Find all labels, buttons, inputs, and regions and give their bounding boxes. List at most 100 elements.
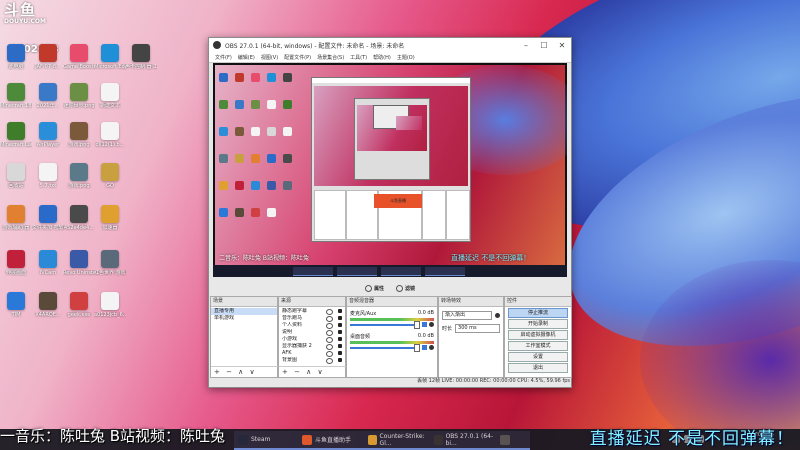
source-item[interactable]: 显示器捕获 2: [279, 343, 345, 350]
menu-help[interactable]: 帮助(H): [373, 54, 391, 61]
source-item[interactable]: 背景图: [279, 357, 345, 364]
stop-streaming-button[interactable]: 停止推流: [508, 308, 568, 318]
gear-icon[interactable]: [429, 345, 434, 350]
controls-header: 控件: [505, 297, 571, 307]
desktop-icon[interactable]: 伸展画面: [0, 250, 32, 284]
lock-icon[interactable]: [338, 316, 342, 320]
menu-file[interactable]: 文件(F): [215, 54, 232, 61]
scene-item[interactable]: 直播专用: [211, 308, 277, 315]
lock-icon[interactable]: [338, 337, 342, 341]
studio-mode-button[interactable]: 工作室模式: [508, 341, 568, 351]
slider-knob[interactable]: [414, 343, 420, 352]
lock-icon[interactable]: [338, 330, 342, 334]
desktop-icon[interactable]: 声卡控制 器 工具(1): [125, 44, 157, 78]
desktop-icon[interactable]: Game Booster: [63, 44, 95, 78]
lock-icon[interactable]: [338, 309, 342, 313]
desktop-icon[interactable]: JAF-07-8...: [32, 44, 64, 78]
desktop-icon[interactable]: dll12(1).b...: [94, 122, 126, 156]
desktop-icon[interactable]: 新建文本: [94, 83, 126, 117]
taskbar-item[interactable]: 斗鱼直播助手: [298, 431, 366, 450]
desktop-icon[interactable]: iVCam: [32, 250, 64, 284]
source-item[interactable]: 说明: [279, 329, 345, 336]
taskbar-item[interactable]: Steam: [234, 431, 300, 450]
minimize-icon[interactable]: –: [517, 41, 535, 50]
filter-icon: [396, 284, 403, 292]
speaker-icon[interactable]: [422, 322, 427, 327]
desktop-icon[interactable]: X4ARQE...: [32, 292, 64, 326]
desktop-icon[interactable]: GO: [94, 163, 126, 197]
source-item[interactable]: 静态跑字幕: [279, 308, 345, 315]
menu-edit[interactable]: 编辑(E): [238, 54, 255, 61]
menu-theme[interactable]: 主题(O): [397, 54, 415, 61]
desktop-icon-label: geek.exe: [67, 312, 91, 318]
desktop-icon[interactable]: AirPlayer: [32, 122, 64, 156]
volume-slider[interactable]: [350, 320, 420, 329]
taskbar-item[interactable]: Counter-Strike: Gl...: [364, 431, 434, 450]
obs-window[interactable]: OBS 27.0.1 (64-bit, windows) - 配置文件: 未命名…: [208, 37, 572, 388]
menu-profile[interactable]: 配置文件(P): [284, 54, 311, 61]
desktop-icon[interactable]: 游戏.png: [63, 122, 95, 156]
sources-footer[interactable]: + − ∧ ∨: [279, 366, 348, 377]
duration-input[interactable]: 300 ms: [455, 324, 500, 333]
scenes-footer[interactable]: + − ∧ ∨: [211, 366, 280, 377]
gear-icon[interactable]: [495, 313, 500, 318]
douyu-logo: 斗鱼 DOUYU.COM: [4, 2, 58, 32]
lock-icon[interactable]: [338, 358, 342, 362]
lock-icon[interactable]: [338, 344, 342, 348]
source-item[interactable]: AFK: [279, 350, 345, 357]
desktop-icon[interactable]: 回收站: [0, 163, 32, 197]
scene-item[interactable]: 单机游戏: [211, 315, 277, 322]
desktop-icon[interactable]: 2021年...: [32, 83, 64, 117]
desktop-icon[interactable]: 红色世界 游戏加速器: [94, 250, 126, 284]
menu-scene-collection[interactable]: 场景集合(S): [317, 54, 344, 61]
speaker-icon[interactable]: [422, 345, 427, 350]
menu-view[interactable]: 视图(V): [261, 54, 278, 61]
app-icon: [7, 122, 25, 140]
slider-knob[interactable]: [414, 320, 420, 329]
desktop-icon[interactable]: Minecraft Launcher: [0, 122, 32, 156]
desktop-icon[interactable]: 452e4de4...: [63, 205, 95, 239]
desktop-icon[interactable]: TIM: [0, 292, 32, 326]
desktop-icon[interactable]: Microsoft Edge: [94, 44, 126, 78]
desktop-icon[interactable]: 5.7.txt: [32, 163, 64, 197]
source-item[interactable]: 音乐跑马: [279, 315, 345, 322]
sources-header: 来源: [279, 297, 345, 307]
obs-preview[interactable]: 斗鱼直播 二音乐：陈吐兔 B站视频：陈吐兔 直播延迟 不是不回弹幕！: [213, 63, 567, 277]
app-icon: [70, 163, 88, 181]
desktop-icon[interactable]: 迷你世界.png: [63, 83, 95, 117]
app-icon: [70, 205, 88, 223]
desktop-icon[interactable]: 文件夹加 密软件.exe: [32, 205, 64, 239]
desktop-icon[interactable]: 游戏.png: [63, 163, 95, 197]
desktop-icon[interactable]: 游戏辅助 器: [0, 205, 32, 239]
transition-select[interactable]: 渐入渐出: [442, 311, 492, 320]
gear-icon[interactable]: [429, 322, 434, 327]
desktop-icon[interactable]: Revo Uninstaller: [63, 250, 95, 284]
desktop-icon[interactable]: Minecraft 18.8: [0, 83, 32, 117]
menu-tools[interactable]: 工具(T): [350, 54, 367, 61]
obs-titlebar[interactable]: OBS 27.0.1 (64-bit, windows) - 配置文件: 未命名…: [209, 38, 571, 52]
desktop-icon[interactable]: geek.exe: [63, 292, 95, 326]
close-icon[interactable]: ✕: [553, 41, 571, 50]
lock-icon[interactable]: [338, 323, 342, 327]
app-icon: [101, 292, 119, 310]
settings-button[interactable]: 设置: [508, 352, 568, 362]
desktop-icon-label: 红色世界 游戏加速器: [94, 270, 126, 276]
obs-docks: 场景 直播专用 单机游戏 + − ∧ ∨ 来源 静态跑字幕 音乐跑马 个人资料 说明小…: [210, 296, 572, 378]
taskbar-item[interactable]: [496, 431, 530, 450]
start-recording-button[interactable]: 开始录制: [508, 319, 568, 329]
taskbar-item[interactable]: OBS 27.0.1 (64-bi...: [430, 431, 500, 450]
maximize-icon[interactable]: ☐: [535, 41, 553, 50]
lock-icon[interactable]: [338, 351, 342, 355]
exit-button[interactable]: 退出: [508, 363, 568, 373]
source-item[interactable]: 个人资料: [279, 322, 345, 329]
desktop-icon[interactable]: 此电脑: [0, 44, 32, 78]
virtual-camera-button[interactable]: 启动虚拟摄像机: [508, 330, 568, 340]
desktop-icon[interactable]: a0123jcb_6...: [94, 292, 126, 326]
desktop-icon[interactable]: 加速器: [94, 205, 126, 239]
filters-toggle[interactable]: 滤镜: [396, 284, 415, 292]
eye-icon[interactable]: [326, 358, 333, 364]
properties-toggle[interactable]: 属性: [364, 284, 384, 292]
source-item[interactable]: 小游戏: [279, 336, 345, 343]
volume-slider[interactable]: [350, 343, 420, 352]
desktop-icon-label: 452e4de4...: [64, 225, 94, 231]
